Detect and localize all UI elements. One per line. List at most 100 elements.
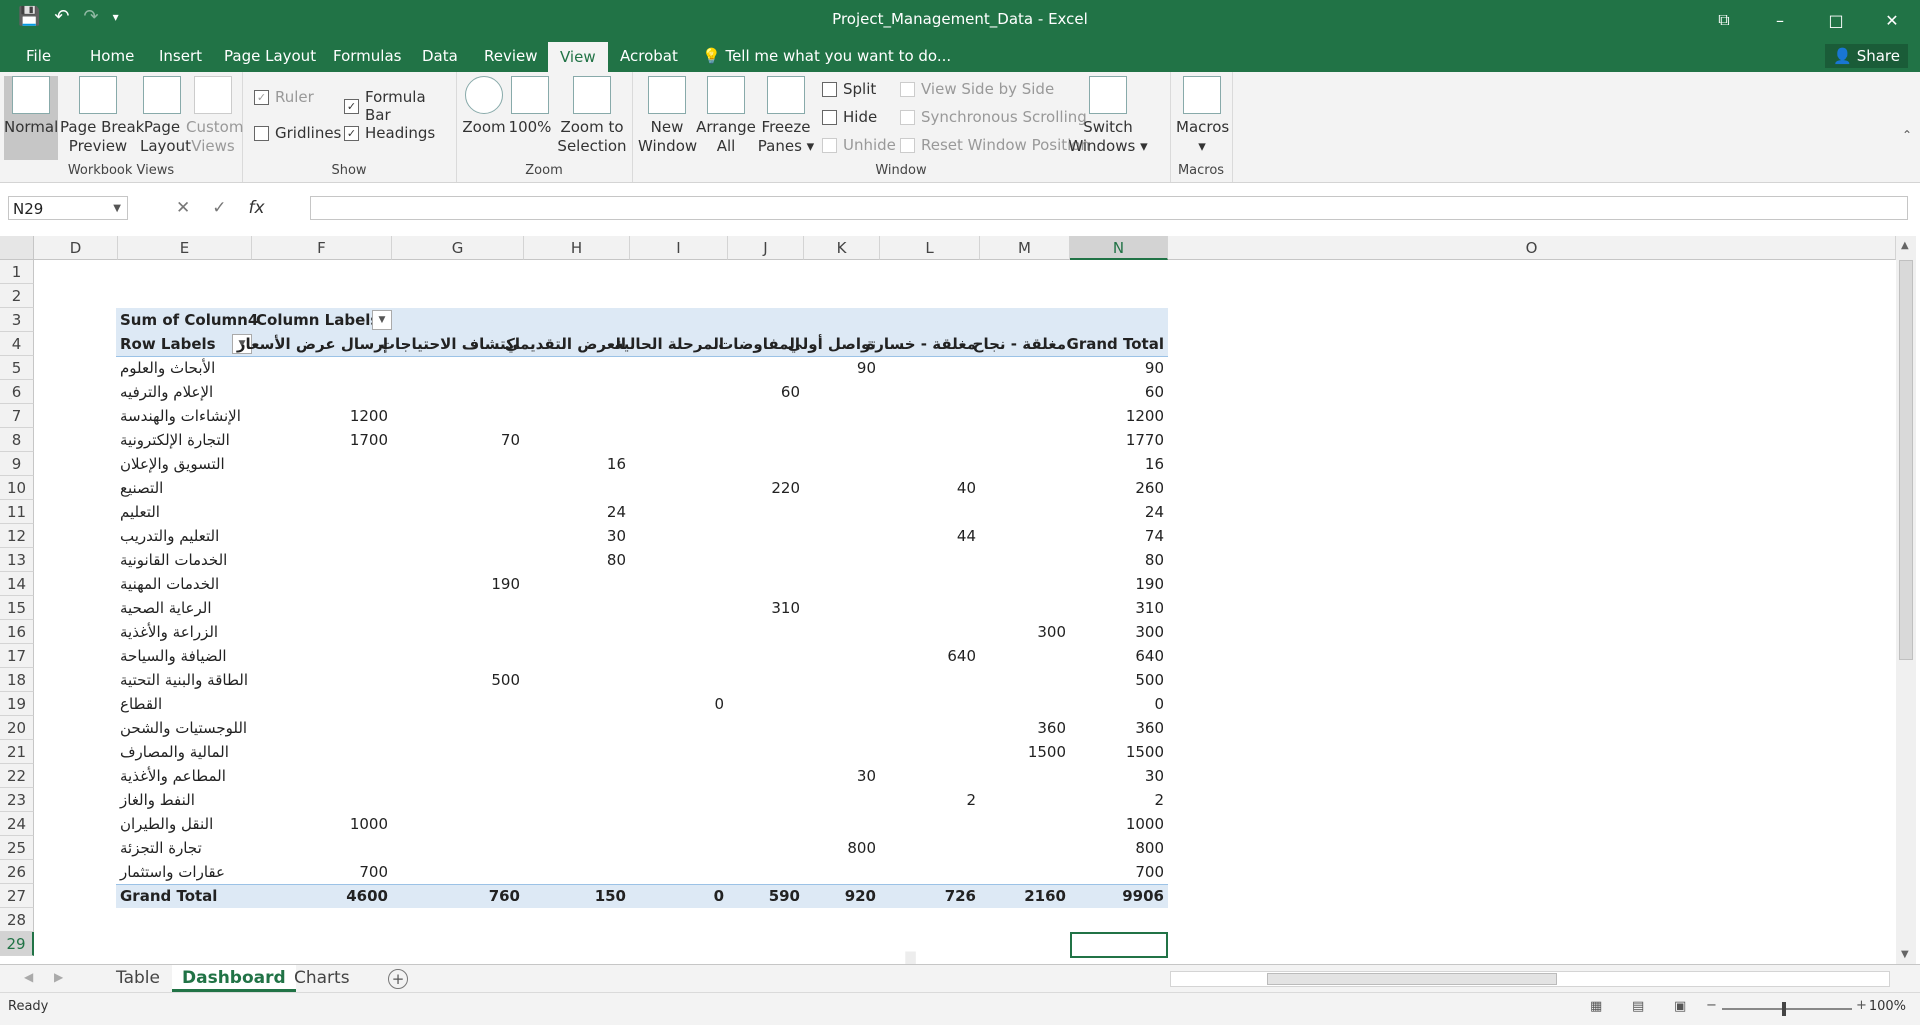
vertical-scroll-thumb[interactable] <box>1899 260 1913 660</box>
view-side-by-side-button[interactable]: View Side by Side <box>900 80 1054 98</box>
sheet-tab-dashboard[interactable]: Dashboard <box>172 965 296 992</box>
column-header-L[interactable]: L <box>880 236 980 260</box>
row-header-23[interactable]: 23 <box>0 788 34 812</box>
row-header-18[interactable]: 18 <box>0 668 34 692</box>
minimize-button[interactable]: – <box>1752 0 1808 40</box>
horizontal-scroll-thumb[interactable] <box>1267 973 1557 985</box>
cancel-icon[interactable]: ✕ <box>176 196 190 220</box>
sheet-tab-table[interactable]: Table <box>106 965 170 991</box>
formula-bar-checkbox[interactable]: ✓ Formula Bar <box>344 88 456 124</box>
new-window-button[interactable]: New Window <box>638 76 697 156</box>
row-header-7[interactable]: 7 <box>0 404 34 428</box>
worksheet-grid[interactable]: D E F G H I J K L M N O 1 2 3 4 5 6 7 8 9 10 11 12 1… <box>0 236 1920 964</box>
hide-button[interactable]: Hide <box>822 108 877 126</box>
scroll-down-icon[interactable]: ▼ <box>1901 949 1909 960</box>
row-header-5[interactable]: 5 <box>0 356 34 380</box>
row-header-28[interactable]: 28 <box>0 908 34 932</box>
row-header-22[interactable]: 22 <box>0 764 34 788</box>
maximize-button[interactable]: □ <box>1808 0 1864 40</box>
row-header-17[interactable]: 17 <box>0 644 34 668</box>
row-header-4[interactable]: 4 <box>0 332 34 356</box>
row-header-25[interactable]: 25 <box>0 836 34 860</box>
tab-home[interactable]: Home <box>86 40 138 72</box>
switch-windows-button[interactable]: Switch Windows ▾ <box>1064 76 1152 156</box>
sheet-tab-charts[interactable]: Charts <box>284 965 360 991</box>
zoom-slider[interactable] <box>1722 1002 1852 1016</box>
tab-insert[interactable]: Insert <box>155 40 206 72</box>
ribbon-display-icon[interactable]: ⧉ <box>1696 0 1752 40</box>
row-header-12[interactable]: 12 <box>0 524 34 548</box>
gridlines-checkbox[interactable]: Gridlines <box>254 124 341 142</box>
zoom-slider-knob[interactable] <box>1782 1002 1786 1016</box>
scroll-up-icon[interactable]: ▲ <box>1901 240 1909 251</box>
active-cell-N29[interactable] <box>1070 932 1168 958</box>
close-button[interactable]: ✕ <box>1864 0 1920 40</box>
zoom-in-icon[interactable]: + <box>1856 998 1867 1013</box>
zoom-out-icon[interactable]: − <box>1706 998 1717 1013</box>
row-header-24[interactable]: 24 <box>0 812 34 836</box>
row-header-20[interactable]: 20 <box>0 716 34 740</box>
row-header-19[interactable]: 19 <box>0 692 34 716</box>
page-layout-icon[interactable]: ▤ <box>1632 999 1644 1014</box>
collapse-ribbon-icon[interactable]: ⌃ <box>1902 128 1912 142</box>
page-break-preview-button[interactable]: Page Break Preview <box>60 76 144 156</box>
column-header-D[interactable]: D <box>34 236 118 260</box>
row-header-14[interactable]: 14 <box>0 572 34 596</box>
synchronous-scrolling-button[interactable]: Synchronous Scrolling <box>900 108 1087 126</box>
normal-view-button[interactable]: Normal <box>4 76 58 160</box>
split-button[interactable]: Split <box>822 80 876 98</box>
row-header-21[interactable]: 21 <box>0 740 34 764</box>
name-box[interactable]: N29 ▼ <box>8 196 128 220</box>
page-break-icon[interactable]: ▣ <box>1674 999 1686 1014</box>
column-header-F[interactable]: F <box>252 236 392 260</box>
row-header-3[interactable]: 3 <box>0 308 34 332</box>
zoom-button[interactable]: Zoom <box>462 76 506 137</box>
share-button[interactable]: 👤 Share <box>1825 44 1908 68</box>
column-header-I[interactable]: I <box>630 236 728 260</box>
row-header-9[interactable]: 9 <box>0 452 34 476</box>
custom-views-button[interactable]: Custom Views <box>186 76 243 156</box>
insert-function-icon[interactable]: fx <box>249 196 265 220</box>
row-header-8[interactable]: 8 <box>0 428 34 452</box>
zoom-to-selection-button[interactable]: Zoom to Selection <box>556 76 628 156</box>
row-header-11[interactable]: 11 <box>0 500 34 524</box>
normal-view-icon[interactable]: ▦ <box>1590 999 1602 1014</box>
column-header-N[interactable]: N <box>1070 236 1168 260</box>
row-header-15[interactable]: 15 <box>0 596 34 620</box>
column-labels-filter-icon[interactable]: ▼ <box>372 310 392 330</box>
column-header-J[interactable]: J <box>728 236 804 260</box>
tab-formulas[interactable]: Formulas <box>329 40 405 72</box>
row-header-1[interactable]: 1 <box>0 260 34 284</box>
column-header-E[interactable]: E <box>118 236 252 260</box>
row-header-27[interactable]: 27 <box>0 884 34 908</box>
row-header-2[interactable]: 2 <box>0 284 34 308</box>
column-header-H[interactable]: H <box>524 236 630 260</box>
tab-file[interactable]: File <box>22 40 55 72</box>
zoom-100-button[interactable]: 100% <box>508 76 552 137</box>
tab-page-layout[interactable]: Page Layout <box>220 40 320 72</box>
add-sheet-icon[interactable]: + <box>388 969 408 989</box>
row-header-16[interactable]: 16 <box>0 620 34 644</box>
column-header-M[interactable]: M <box>980 236 1070 260</box>
row-header-26[interactable]: 26 <box>0 860 34 884</box>
prev-sheet-icon[interactable]: ◀ <box>24 970 33 984</box>
row-header-10[interactable]: 10 <box>0 476 34 500</box>
zoom-level[interactable]: 100% <box>1869 999 1906 1014</box>
page-layout-view-button[interactable]: Page Layout <box>140 76 191 156</box>
freeze-panes-button[interactable]: Freeze Panes ▾ <box>756 76 816 156</box>
row-header-29[interactable]: 29 <box>0 932 34 956</box>
reset-window-position-button[interactable]: Reset Window Position <box>900 136 1090 154</box>
enter-icon[interactable]: ✓ <box>212 196 226 220</box>
ruler-checkbox[interactable]: ✓ Ruler <box>254 88 314 106</box>
column-header-K[interactable]: K <box>804 236 880 260</box>
tab-acrobat[interactable]: Acrobat <box>616 40 682 72</box>
tell-me-search[interactable]: 💡 Tell me what you want to do... <box>702 40 951 72</box>
column-header-O[interactable]: O <box>1168 236 1896 260</box>
tab-view[interactable]: View <box>548 42 608 72</box>
select-all-corner[interactable] <box>0 236 34 260</box>
macros-button[interactable]: Macros ▾ <box>1176 76 1229 156</box>
tab-data[interactable]: Data <box>418 40 462 72</box>
row-header-13[interactable]: 13 <box>0 548 34 572</box>
vertical-scrollbar[interactable]: ▲ ▼ <box>1896 236 1916 964</box>
formula-input[interactable] <box>310 196 1908 220</box>
